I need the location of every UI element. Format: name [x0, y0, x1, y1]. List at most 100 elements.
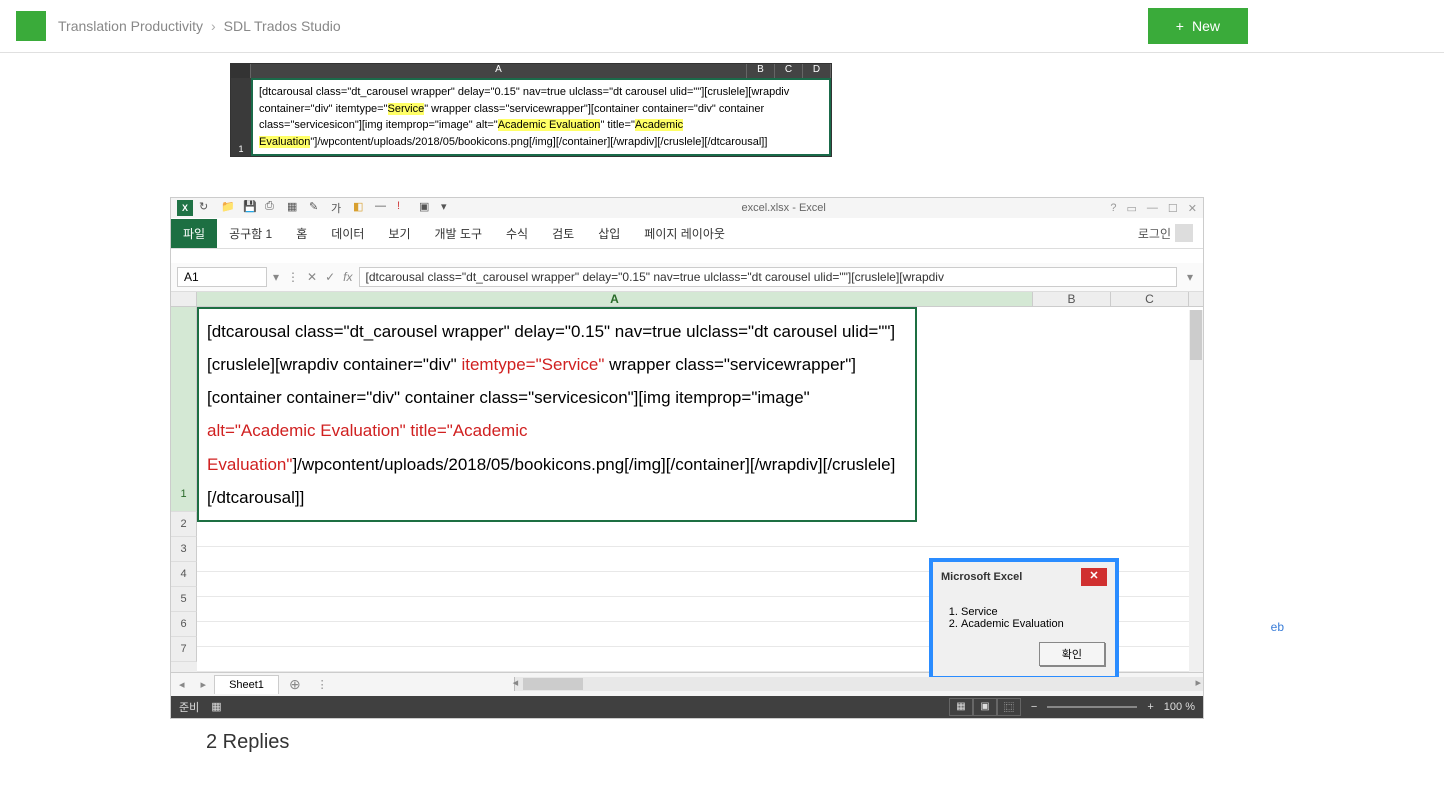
zoom-out-icon[interactable]: − [1031, 701, 1037, 713]
ribbon: 파일 공구함 1 홈 데이터 보기 개발 도구 수식 검토 삽입 페이지 레이아… [171, 218, 1203, 249]
highlight-service: Service [388, 103, 425, 115]
dialog-title-text: Microsoft Excel [941, 571, 1022, 583]
select-all-triangle[interactable] [171, 292, 197, 306]
dialog-titlebar: Microsoft Excel ✕ [933, 562, 1115, 592]
save-icon[interactable]: 💾 [243, 200, 259, 216]
column-header-a: A [251, 64, 747, 78]
column-headers: A B C [171, 292, 1203, 307]
col-b-header[interactable]: B [1033, 292, 1111, 306]
cancel-formula-icon[interactable]: ✕ [307, 270, 317, 284]
excel-titlebar: X ↻ 📁 💾 ⎙ ▦ ✎ 가 ◧ — ! ▣ ▾ excel.xlsx - E… [171, 198, 1203, 218]
new-button[interactable]: + New [1148, 8, 1248, 44]
post-content: A B C D 1 [dtcarousal class="dt_carousel… [0, 53, 1444, 754]
excel-window: X ↻ 📁 💾 ⎙ ▦ ✎ 가 ◧ — ! ▣ ▾ excel.xlsx - E… [170, 197, 1204, 719]
ribbon-display-icon[interactable]: ▭ [1127, 202, 1137, 215]
zoom-slider[interactable] [1047, 706, 1137, 708]
formula-expand-icon[interactable]: ▾ [1183, 270, 1197, 284]
formula-input[interactable]: [dtcarousal class="dt_carousel wrapper" … [359, 267, 1177, 287]
select-all-corner [231, 64, 251, 78]
spreadsheet-grid: A B C 1 2 3 4 5 6 7 [dtcarousal class="d… [171, 292, 1203, 672]
new-button-label: New [1192, 18, 1220, 34]
chart-icon[interactable]: ▣ [419, 200, 435, 216]
site-logo-icon[interactable] [16, 11, 46, 41]
tab-formulas[interactable]: 수식 [494, 219, 540, 248]
row-header-3[interactable]: 3 [171, 537, 197, 562]
close-icon[interactable]: ✕ [1188, 202, 1197, 215]
col-a-header[interactable]: A [197, 292, 1033, 306]
plus-icon: + [1176, 18, 1184, 34]
name-box[interactable]: A1 [177, 267, 267, 287]
enter-formula-icon[interactable]: ✓ [325, 270, 335, 284]
replies-heading: 2 Replies [170, 719, 1274, 754]
login-link[interactable]: 로그인 [1128, 218, 1203, 248]
namebox-dropdown-icon[interactable]: ▾ [273, 270, 279, 284]
col-c-header[interactable]: C [1111, 292, 1189, 306]
status-ready: 준비 [179, 699, 199, 715]
hscroll-thumb[interactable] [523, 678, 583, 690]
page-break-view-icon[interactable]: ⿴ [997, 698, 1021, 716]
dialog-list-item-2: Academic Evaluation [961, 618, 1105, 630]
row-header-6[interactable]: 6 [171, 612, 197, 637]
font-icon[interactable]: 가 [331, 200, 347, 216]
dialog-close-button[interactable]: ✕ [1081, 568, 1107, 586]
scroll-spacer [1189, 292, 1203, 306]
sheet-nav-next-icon[interactable]: ▸ [193, 675, 215, 694]
tab-insert[interactable]: 삽입 [586, 219, 632, 248]
tab-review[interactable]: 검토 [540, 219, 586, 248]
macro-record-icon[interactable]: ▦ [211, 700, 221, 713]
add-sheet-button[interactable]: ⊕ [279, 673, 311, 696]
dialog-ok-button[interactable]: 확인 [1039, 642, 1105, 666]
help-icon[interactable]: ? [1110, 202, 1116, 215]
maximize-icon[interactable]: ☐ [1168, 202, 1178, 215]
tab-home[interactable]: 홈 [284, 219, 319, 248]
zoom-in-icon[interactable]: + [1147, 701, 1153, 713]
row-header-2[interactable]: 2 [171, 512, 197, 537]
alert-icon[interactable]: ! [397, 200, 413, 216]
page-layout-view-icon[interactable]: ▣ [973, 698, 997, 716]
excel-logo-icon: X [177, 200, 193, 216]
tab-developer[interactable]: 개발 도구 [423, 219, 495, 248]
tab-file[interactable]: 파일 [171, 219, 217, 248]
tab-view[interactable]: 보기 [376, 219, 422, 248]
message-dialog: Microsoft Excel ✕ Service Academic Evalu… [929, 558, 1119, 680]
fill-icon[interactable]: ◧ [353, 200, 369, 216]
zoom-level[interactable]: 100 % [1164, 701, 1195, 713]
hscroll-left-icon[interactable]: ◂ [513, 676, 519, 689]
border-icon[interactable]: ▦ [287, 200, 303, 216]
row-header-4[interactable]: 4 [171, 562, 197, 587]
hscroll-right-icon[interactable]: ▸ [1195, 676, 1201, 689]
row-numbers: 1 2 3 4 5 6 7 [171, 307, 197, 672]
avatar-icon [1175, 224, 1193, 242]
format-icon[interactable]: ✎ [309, 200, 325, 216]
chevron-right-icon: › [211, 18, 216, 34]
fx-icon[interactable]: fx [343, 270, 352, 284]
breadcrumb-item-1[interactable]: Translation Productivity [58, 18, 203, 34]
row-header-5[interactable]: 5 [171, 587, 197, 612]
red-text-1: itemtype="Service" [461, 355, 604, 374]
minus-icon[interactable]: — [375, 200, 391, 216]
row-header-7[interactable]: 7 [171, 637, 197, 662]
row-header-1[interactable]: 1 [171, 307, 197, 512]
minimize-icon[interactable]: — [1147, 202, 1158, 215]
scrollbar-thumb[interactable] [1190, 310, 1202, 360]
folder-open-icon[interactable]: 📁 [221, 200, 237, 216]
breadcrumb-item-2[interactable]: SDL Trados Studio [224, 18, 341, 34]
tab-data[interactable]: 데이터 [319, 219, 376, 248]
top-bar: Translation Productivity › SDL Trados St… [0, 0, 1444, 53]
sheet-nav-prev-icon[interactable]: ◂ [171, 675, 193, 694]
sheet-options-icon[interactable]: ⋮ [311, 678, 334, 691]
more-icon[interactable]: ▾ [441, 200, 457, 216]
cell-a1[interactable]: [dtcarousal class="dt_carousel wrapper" … [197, 307, 917, 522]
vertical-scrollbar[interactable] [1189, 310, 1203, 672]
normal-view-icon[interactable]: ▦ [949, 698, 973, 716]
tab-page-layout[interactable]: 페이지 레이아웃 [632, 219, 737, 248]
refresh-icon[interactable]: ↻ [199, 200, 215, 216]
tool-icon[interactable]: ⎙ [265, 200, 281, 216]
horizontal-scrollbar[interactable]: ◂ ▸ [514, 677, 1203, 691]
tab-toolbox1[interactable]: 공구함 1 [217, 219, 284, 248]
sheet-tab-1[interactable]: Sheet1 [214, 675, 279, 694]
row-2-cells[interactable] [197, 522, 1203, 547]
login-label: 로그인 [1138, 225, 1171, 242]
highlight-academic-1: Academic Evaluation [498, 119, 601, 131]
screenshot-1: A B C D 1 [dtcarousal class="dt_carousel… [230, 63, 832, 157]
